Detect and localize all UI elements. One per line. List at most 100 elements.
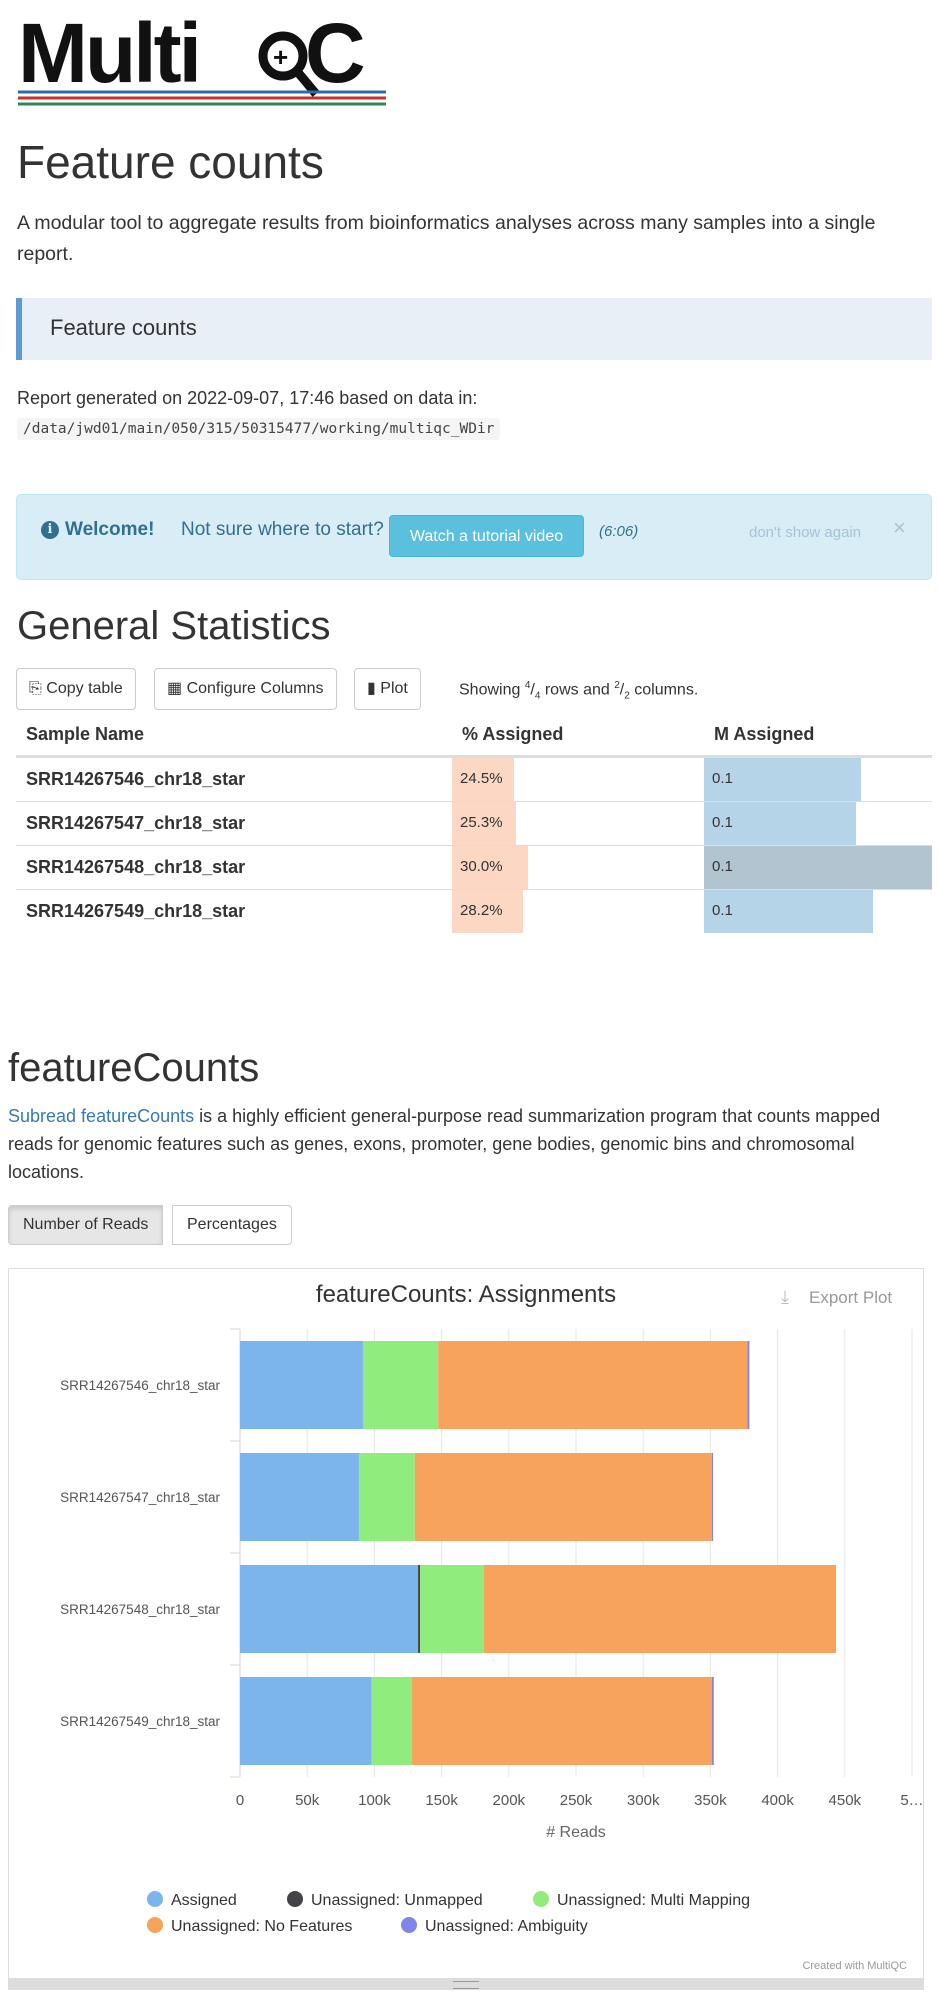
bar-segment [414,1453,712,1541]
svg-text:+: + [273,42,288,72]
chart-resize-handle[interactable] [8,1978,924,1990]
bar-segment [747,1341,750,1429]
featurecounts-title: featureCounts [8,1046,260,1090]
x-axis-label: # Reads [546,1824,606,1841]
sample-name-cell: SRR14267546_chr18_star [16,756,452,802]
report-subtitle-box: Feature counts [16,298,932,360]
showing-suffix: columns. [629,681,699,699]
featurecounts-chart-panel: featureCounts: Assignments ⤓ Export Plot 0 5… [8,1268,924,1986]
x-tick-label: 200k [493,1792,526,1809]
legend-label: Unassigned: No Features [171,1918,352,1935]
dont-show-again-link[interactable]: don't show again [749,524,861,541]
m-assigned-value: 0.1 [712,902,733,919]
pct-assigned-cell: 24.5% [452,756,704,802]
x-tick-label: 350k [694,1792,727,1809]
featurecounts-assignments-chart: featureCounts: Assignments ⤓ Export Plot 0 5… [60,1281,923,1972]
bar-chart-icon: ▮ [367,680,376,697]
general-statistics-table: Sample Name % Assigned M Assigned SRR142… [16,713,932,933]
pct-assigned-cell: 25.3% [452,801,704,846]
copy-table-label: Copy table [46,680,123,697]
close-icon[interactable]: × [893,515,906,541]
x-tick-label: 100k [358,1792,391,1809]
bar-segment [483,1565,837,1653]
pct-assigned-cell: 28.2% [452,889,704,933]
tutorial-video-button[interactable]: Watch a tutorial video [389,515,584,557]
legend-marker [533,1891,549,1907]
configure-columns-button[interactable]: ▦ Configure Columns [154,668,337,710]
x-tick-label: 0 [236,1792,244,1809]
bar-segment [362,1341,439,1429]
copy-icon: ⎘ [29,680,42,697]
percentages-tab[interactable]: Percentages [172,1205,292,1245]
number-of-reads-tab[interactable]: Number of Reads [8,1205,164,1245]
showing-prefix: Showing [459,681,525,699]
report-path: /data/jwd01/main/050/315/50315477/workin… [17,418,501,440]
plot-button[interactable]: ▮ Plot [354,668,421,710]
column-header-m-assigned[interactable]: M Assigned [704,713,932,758]
legend-label: Unassigned: Multi Mapping [557,1892,750,1909]
bar-segment [371,1677,413,1765]
sample-name-cell: SRR14267547_chr18_star [16,801,452,846]
report-subtitle: Feature counts [50,315,197,340]
video-duration: (6:06) [599,523,639,540]
showing-rows-columns: Showing 4/4 rows and 2/2 columns. [459,680,699,702]
configure-columns-label: Configure Columns [186,680,324,697]
legend-marker [147,1917,163,1933]
intro-text: A modular tool to aggregate results from… [17,212,876,265]
bar-segment [420,1565,484,1653]
general-statistics-title: General Statistics [17,604,331,648]
chart-title: featureCounts: Assignments [316,1281,616,1308]
svg-text:Multi: Multi [18,10,199,100]
table-row: SRR14267549_chr18_star 28.2% 0.1 [16,889,932,933]
welcome-question: Not sure where to start? [181,519,384,540]
showing-mid: rows and [540,681,615,699]
x-tick-label: 450k [829,1792,862,1809]
download-icon: ⤓ [781,1287,789,1307]
copy-table-button[interactable]: ⎘ Copy table [16,668,136,710]
page-title: Feature counts [17,136,324,188]
y-category-label: SRR14267547_chr18_star [60,1490,220,1505]
bar-segment [418,1565,421,1653]
y-category-label: SRR14267546_chr18_star [60,1378,220,1393]
x-tick-label: 300k [627,1792,660,1809]
grid-icon: ▦ [167,680,183,697]
welcome-bold: Welcome! [65,519,155,540]
m-assigned-bar [704,846,932,889]
featurecounts-description: Subread featureCounts is a highly effici… [8,1102,908,1186]
svg-text:C: C [305,10,366,100]
pct-assigned-value: 28.2% [460,902,503,919]
m-assigned-cell: 0.1 [704,756,932,802]
legend-label: Unassigned: Unmapped [311,1892,483,1909]
legend-marker [401,1917,417,1933]
legend-marker [147,1891,163,1907]
column-header-sample[interactable]: Sample Name [16,713,452,758]
plot-label: Plot [380,680,408,697]
info-circle-icon: i [41,521,59,539]
export-plot-label: Export Plot [809,1288,892,1307]
cols-num: 2 [614,680,620,691]
bar-segment [412,1677,712,1765]
pct-assigned-value: 30.0% [460,858,503,875]
m-assigned-value: 0.1 [712,770,733,787]
bar-segment [240,1677,372,1765]
subread-featurecounts-link[interactable]: Subread featureCounts [8,1106,194,1126]
report-generated-text: Report generated on 2022-09-07, 17:46 ba… [17,388,478,408]
table-row: SRR14267547_chr18_star 25.3% 0.1 [16,801,932,846]
table-row: SRR14267546_chr18_star 24.5% 0.1 [16,756,932,802]
x-tick-label: 250k [560,1792,593,1809]
multiqc-logo: Multi + C [18,10,386,106]
y-category-label: SRR14267549_chr18_star [60,1714,220,1729]
legend-marker [287,1891,303,1907]
x-tick-label: 5… [900,1792,923,1809]
bar-segment [240,1341,363,1429]
table-row: SRR14267548_chr18_star 30.0% 0.1 [16,845,932,890]
pct-assigned-value: 24.5% [460,770,503,787]
created-with-multiqc: Created with MultiQC [802,1960,907,1972]
sample-name-cell: SRR14267549_chr18_star [16,889,452,933]
m-assigned-value: 0.1 [712,814,733,831]
bar-segment [240,1565,419,1653]
sample-name-cell: SRR14267548_chr18_star [16,845,452,890]
x-tick-label: 400k [761,1792,794,1809]
m-assigned-value: 0.1 [712,858,733,875]
column-header-pct-assigned[interactable]: % Assigned [452,713,704,758]
